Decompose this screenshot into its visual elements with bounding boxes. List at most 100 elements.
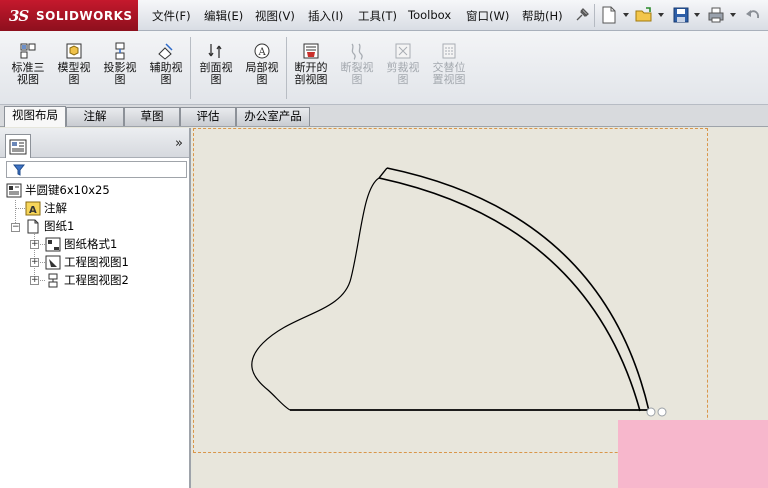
expand-pane-icon[interactable]: » bbox=[175, 136, 183, 151]
tab-annotation[interactable]: 注解 bbox=[66, 107, 124, 126]
tab-view-layout[interactable]: 视图布局 bbox=[4, 106, 66, 127]
tree-item-drawing-view2[interactable]: 工程图视图2 bbox=[45, 272, 129, 289]
new-dropdown-arrow-icon[interactable] bbox=[623, 13, 629, 17]
alternate-position-view-button[interactable]: 交替位 置视图 bbox=[427, 40, 471, 100]
new-document-icon[interactable] bbox=[600, 6, 618, 24]
projected-view-icon bbox=[115, 42, 125, 60]
standard-3-view-label-2: 视图 bbox=[17, 73, 39, 86]
tree-collapse-toggle[interactable]: − bbox=[11, 223, 20, 232]
crop-view-label-2: 图 bbox=[397, 73, 409, 86]
crop-view-icon bbox=[395, 43, 411, 59]
tree-root-label: 半圆键6x10x25 bbox=[25, 183, 110, 197]
ribbon-separator bbox=[190, 37, 191, 99]
standard-3-view-button[interactable]: 标准三 视图 bbox=[6, 40, 50, 100]
logo-wordmark: SOLIDWORKS bbox=[36, 9, 133, 23]
tree-root[interactable]: 半圆键6x10x25 bbox=[6, 182, 110, 199]
save-dropdown-arrow-icon[interactable] bbox=[694, 13, 700, 17]
tab-evaluate[interactable]: 评估 bbox=[180, 107, 236, 126]
tree-expand-toggle[interactable]: + bbox=[30, 276, 39, 285]
sheet-format-icon bbox=[45, 237, 61, 252]
undo-icon[interactable] bbox=[744, 6, 762, 24]
endpoint-marker bbox=[657, 407, 667, 417]
crop-view-button[interactable]: 剪裁视 图 bbox=[381, 40, 425, 100]
model-view-label-2: 图 bbox=[68, 73, 80, 86]
tree-item-label: 注解 bbox=[44, 201, 67, 215]
feature-manager-pane: » 半圆键6x10x25 A 注解 − 图纸1 + 图纸格式1 + 工程图视图1… bbox=[0, 128, 191, 488]
open-dropdown-arrow-icon[interactable] bbox=[658, 13, 664, 17]
menu-insert[interactable]: 插入(I) bbox=[308, 8, 343, 24]
detail-view-icon: A bbox=[254, 43, 270, 59]
tree-expand-toggle[interactable]: + bbox=[30, 258, 39, 267]
save-icon[interactable] bbox=[672, 6, 690, 24]
model-view-button[interactable]: 模型视 图 bbox=[52, 40, 96, 100]
break-line-spline bbox=[251, 177, 380, 411]
broken-out-section-label-2: 剖视图 bbox=[294, 73, 328, 86]
solidworks-logo[interactable]: 3S SOLIDWORKS bbox=[0, 0, 138, 31]
broken-out-section-button[interactable]: 断开的 剖视图 bbox=[289, 40, 333, 100]
break-view-label-2: 图 bbox=[351, 73, 363, 86]
svg-text:A: A bbox=[258, 47, 267, 58]
drawing-view-icon bbox=[48, 273, 58, 288]
ds-logo-mark: 3S bbox=[9, 7, 29, 25]
broken-out-section-icon bbox=[303, 43, 319, 59]
outer-arc-edge bbox=[386, 167, 650, 412]
alternate-position-view-icon bbox=[442, 43, 456, 59]
tree-line bbox=[38, 280, 45, 281]
open-folder-icon[interactable] bbox=[635, 6, 653, 24]
ribbon-separator bbox=[286, 37, 287, 99]
tree-item-label: 图纸1 bbox=[44, 219, 75, 233]
menu-separator bbox=[594, 4, 595, 27]
sheet-icon bbox=[27, 219, 39, 234]
tree-line bbox=[15, 208, 25, 209]
tree-item-label: 图纸格式1 bbox=[64, 237, 118, 251]
menu-toolbox[interactable]: Toolbox bbox=[408, 8, 451, 22]
detail-view-label-2: 图 bbox=[256, 73, 268, 86]
print-dropdown-arrow-icon[interactable] bbox=[730, 13, 736, 17]
auxiliary-view-button[interactable]: 辅助视 图 bbox=[144, 40, 188, 100]
alternate-position-view-label-2: 置视图 bbox=[432, 73, 466, 86]
command-manager: 标准三 视图 模型视 图 投影视 图 辅助视 图 剖面视 图 A 局部视 图 断… bbox=[0, 31, 768, 105]
projected-view-button[interactable]: 投影视 图 bbox=[98, 40, 142, 100]
pin-icon[interactable] bbox=[573, 6, 591, 24]
model-view-icon bbox=[66, 43, 82, 59]
menu-view[interactable]: 视图(V) bbox=[255, 8, 295, 24]
standard-3-view-icon bbox=[20, 43, 36, 59]
tree-item-label: 工程图视图1 bbox=[64, 255, 129, 269]
command-tabs: 视图布局 注解 草图 评估 办公室产品 bbox=[0, 105, 768, 127]
feature-tree-tab[interactable] bbox=[5, 134, 31, 158]
endpoint-marker bbox=[646, 407, 656, 417]
feature-tree-icon bbox=[9, 139, 27, 155]
tree-line bbox=[38, 262, 45, 263]
tree-expand-toggle[interactable]: + bbox=[30, 240, 39, 249]
menu-file[interactable]: 文件(F) bbox=[152, 8, 191, 24]
projected-view-label-2: 图 bbox=[114, 73, 126, 86]
detail-view-button[interactable]: A 局部视 图 bbox=[240, 40, 284, 100]
menu-window[interactable]: 窗口(W) bbox=[466, 8, 509, 24]
tab-office-products[interactable]: 办公室产品 bbox=[236, 107, 310, 126]
break-view-button[interactable]: 断裂视 图 bbox=[335, 40, 379, 100]
tree-item-sheet1[interactable]: 图纸1 bbox=[25, 218, 74, 235]
filter-icon bbox=[13, 164, 25, 176]
tree-item-sheet-format[interactable]: 图纸格式1 bbox=[45, 236, 117, 253]
menu-help[interactable]: 帮助(H) bbox=[522, 8, 563, 24]
print-icon[interactable] bbox=[707, 6, 725, 24]
menu-tools[interactable]: 工具(T) bbox=[358, 8, 397, 24]
auxiliary-view-label-2: 图 bbox=[160, 73, 172, 86]
feature-manager-tabs: » bbox=[0, 128, 189, 158]
tree-filter-input[interactable] bbox=[6, 161, 187, 178]
tree-item-label: 工程图视图2 bbox=[64, 273, 129, 287]
break-view-icon bbox=[351, 43, 363, 60]
tree-item-drawing-view1[interactable]: 工程图视图1 bbox=[45, 254, 129, 271]
section-view-button[interactable]: 剖面视 图 bbox=[194, 40, 238, 100]
overlay-highlight-box bbox=[618, 420, 768, 488]
drawing-document-icon bbox=[6, 183, 22, 198]
auxiliary-view-icon bbox=[158, 43, 173, 60]
section-view-label-2: 图 bbox=[210, 73, 222, 86]
menu-bar: 3S SOLIDWORKS 文件(F) 编辑(E) 视图(V) 插入(I) 工具… bbox=[0, 0, 768, 31]
section-view-icon bbox=[208, 44, 222, 58]
tree-item-annotations[interactable]: A 注解 bbox=[25, 200, 67, 217]
menu-edit[interactable]: 编辑(E) bbox=[204, 8, 243, 24]
tab-sketch[interactable]: 草图 bbox=[124, 107, 180, 126]
arc-top-cap bbox=[378, 167, 388, 179]
annotations-icon: A bbox=[25, 201, 41, 216]
